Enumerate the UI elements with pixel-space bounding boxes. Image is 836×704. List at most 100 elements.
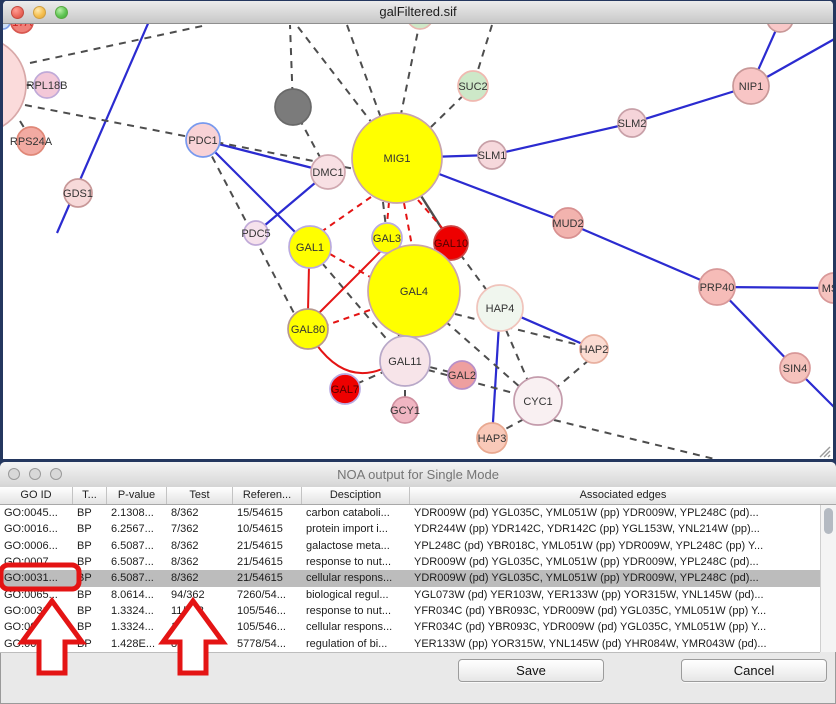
- table-cell: GO:0065...: [0, 587, 73, 603]
- table-row[interactable]: GO:0007...BP6.5087...8/36221/54615respon…: [0, 554, 820, 570]
- node-label: SLM1: [478, 150, 507, 162]
- node-17A[interactable]: 17A: [11, 23, 33, 33]
- node-PDC1[interactable]: PDC1: [186, 123, 220, 157]
- column-header[interactable]: Associated edges: [410, 487, 836, 504]
- node-label: GDS1: [63, 188, 93, 200]
- node-MUD2[interactable]: MUD2: [552, 208, 583, 238]
- node-label: GAL4: [400, 286, 428, 298]
- table-row[interactable]: GO:0016...BP6.2567...7/36210/54615protei…: [0, 521, 820, 537]
- graph-edge: [203, 140, 328, 172]
- table-row[interactable]: GO:0045...BP2.1308...8/36215/54615carbon…: [0, 505, 820, 521]
- node-unlabeled[interactable]: [275, 89, 311, 125]
- table-cell: 21/54615: [233, 538, 302, 554]
- node-label: HAP4: [486, 303, 515, 315]
- table-row[interactable]: GO:0006...BP6.5087...8/36221/54615galact…: [0, 538, 820, 554]
- column-header[interactable]: Test: [167, 487, 233, 504]
- node-GAL2[interactable]: GAL2: [448, 361, 476, 389]
- node-GAL7[interactable]: GAL7: [330, 374, 360, 404]
- table-cell: GO:0006...: [0, 538, 73, 554]
- save-button[interactable]: Save: [458, 659, 604, 682]
- table-row[interactable]: GO:0065...BP8.0614...94/3627260/54...bio…: [0, 587, 820, 603]
- node-HAP3[interactable]: HAP3: [477, 423, 507, 453]
- node-label: GAL1: [296, 242, 324, 254]
- table-cell: YER133W (pp) YOR315W, YNL145W (pd) YHR08…: [410, 636, 820, 652]
- table-header: GO IDT...P-valueTestReferen...Desciption…: [0, 487, 836, 505]
- table-cell: YDR244W (pp) YDR142C, YDR142C (pp) YGL15…: [410, 521, 820, 537]
- node-label: CYC1: [523, 396, 552, 408]
- cancel-button[interactable]: Cancel: [681, 659, 827, 682]
- table-cell: 6.5087...: [107, 570, 167, 586]
- graph-edge: [316, 344, 382, 373]
- node-SLM2[interactable]: SLM2: [618, 109, 647, 137]
- node-SLM1[interactable]: SLM1: [478, 141, 507, 169]
- table-cell: 105/546...: [233, 619, 302, 635]
- noa-window-title: NOA output for Single Mode: [0, 467, 836, 482]
- node-GAL11[interactable]: GAL11: [380, 336, 430, 386]
- graph-edge: [506, 330, 528, 381]
- node-NIP1[interactable]: NIP1: [733, 68, 769, 104]
- column-header[interactable]: T...: [73, 487, 107, 504]
- table-cell: 2.1308...: [107, 505, 167, 521]
- table-cell: BP: [73, 521, 107, 537]
- node-GAL4[interactable]: GAL4: [368, 245, 460, 337]
- scrollbar-thumb[interactable]: [824, 508, 833, 534]
- node-CYC1[interactable]: CYC1: [514, 377, 562, 425]
- node-MSN[interactable]: MSN: [819, 273, 833, 303]
- column-header[interactable]: Desciption: [302, 487, 410, 504]
- node-GAL1[interactable]: GAL1: [289, 226, 331, 268]
- node-SIN4[interactable]: SIN4: [780, 353, 810, 383]
- table-row[interactable]: GO:0031...BP1.3324...11/362105/546...res…: [0, 603, 820, 619]
- column-header[interactable]: GO ID: [0, 487, 73, 504]
- node-RPL18B[interactable]: RPL18B: [27, 72, 68, 98]
- node-unlabeled[interactable]: [3, 37, 26, 133]
- node-HAP4[interactable]: HAP4: [477, 285, 523, 331]
- graph-edge: [308, 265, 309, 311]
- node-DMC1[interactable]: DMC1: [311, 155, 345, 189]
- table-cell: BP: [73, 570, 107, 586]
- node-HAP2[interactable]: HAP2: [580, 335, 609, 363]
- table-cell: BP: [73, 619, 107, 635]
- graph-edge: [30, 25, 207, 63]
- node-unlabeled[interactable]: [767, 23, 793, 32]
- table-cell: YDR009W (pd) YGL035C, YML051W (pp) YDR00…: [410, 505, 820, 521]
- node-label: NIP1: [739, 81, 763, 93]
- node-SUC2[interactable]: SUC2: [458, 71, 488, 101]
- table-cell: GO:0031...: [0, 619, 73, 635]
- table-cell: BP: [73, 636, 107, 652]
- table-cell: GO:0045...: [0, 505, 73, 521]
- column-header[interactable]: Referen...: [233, 487, 302, 504]
- table-cell: 7/362: [167, 521, 233, 537]
- node-RPS24A[interactable]: RPS24A: [10, 127, 53, 155]
- table-cell: YGL073W (pd) YER103W, YER133W (pp) YOR31…: [410, 587, 820, 603]
- node-label: SUC2: [458, 81, 487, 93]
- node-GDS1[interactable]: GDS1: [63, 179, 93, 207]
- node-label: HAP3: [478, 433, 507, 445]
- resize-grip[interactable]: [817, 444, 831, 458]
- node-PRP40[interactable]: PRP40: [699, 269, 735, 305]
- node-label: DMC1: [312, 167, 343, 179]
- table-cell: 6.5087...: [107, 538, 167, 554]
- table-cell: 1.428E...: [107, 636, 167, 652]
- node-GAL80[interactable]: GAL80: [288, 309, 328, 349]
- table-cell: YPL248C (pd) YBR018C, YML051W (pp) YDR00…: [410, 538, 820, 554]
- table-cell: galactose meta...: [302, 538, 410, 554]
- table-row[interactable]: GO:0031...BP6.5087...8/36221/54615cellul…: [0, 570, 820, 586]
- noa-titlebar[interactable]: NOA output for Single Mode: [0, 462, 836, 488]
- table-cell: 21/54615: [233, 554, 302, 570]
- vertical-scrollbar[interactable]: [820, 505, 836, 652]
- network-titlebar[interactable]: galFiltered.sif: [3, 1, 833, 24]
- graph-edge: [347, 25, 381, 118]
- table-row[interactable]: GO:0031...BP1.3324...11/362105/546...cel…: [0, 619, 820, 635]
- table-row[interactable]: GO:0050...BP1.428E...80/3625778/54...reg…: [0, 636, 820, 652]
- node-MIG1[interactable]: MIG1: [352, 113, 442, 203]
- table-cell: 8.0614...: [107, 587, 167, 603]
- table-cell: protein import i...: [302, 521, 410, 537]
- table-cell: BP: [73, 587, 107, 603]
- table-cell: 7260/54...: [233, 587, 302, 603]
- network-canvas[interactable]: 17A RPL18B RPS24A GDS1 PDC1 MIG1 SUC2 SLM1 DMC1 S…: [3, 23, 833, 459]
- column-header[interactable]: P-value: [107, 487, 167, 504]
- node-label: MUD2: [552, 218, 583, 230]
- node-GCY1[interactable]: GCY1: [390, 397, 420, 423]
- table-cell: carbon cataboli...: [302, 505, 410, 521]
- table-cell: BP: [73, 538, 107, 554]
